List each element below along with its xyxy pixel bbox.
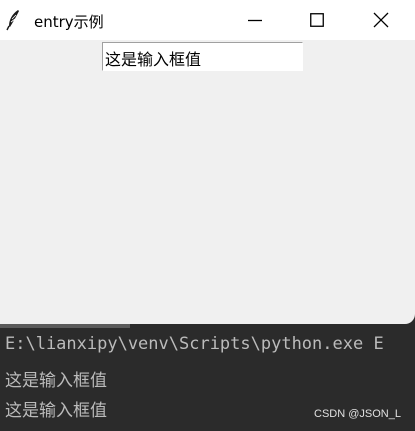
console-command-line: E:\lianxipy\venv\Scripts\python.exe E xyxy=(5,334,384,354)
close-button[interactable] xyxy=(351,0,411,40)
console-scrollbar[interactable] xyxy=(0,324,130,328)
console-output-line: 这是输入框值 xyxy=(5,401,107,421)
minimize-icon xyxy=(248,19,262,22)
console-output-line: 这是输入框值 xyxy=(5,371,107,391)
tk-window: entry示例 这是输入框值 xyxy=(0,0,415,324)
close-icon xyxy=(373,12,389,28)
window-title: entry示例 xyxy=(34,13,104,31)
title-bar[interactable]: entry示例 xyxy=(0,0,415,40)
run-console: E:\lianxipy\venv\Scripts\python.exe E 这是… xyxy=(0,324,415,431)
maximize-icon xyxy=(310,13,324,27)
feather-icon xyxy=(6,10,19,31)
minimize-button[interactable] xyxy=(225,0,285,40)
watermark: CSDN @JSON_L xyxy=(314,408,401,420)
maximize-button[interactable] xyxy=(287,0,347,40)
text-entry[interactable]: 这是输入框值 xyxy=(102,42,303,71)
